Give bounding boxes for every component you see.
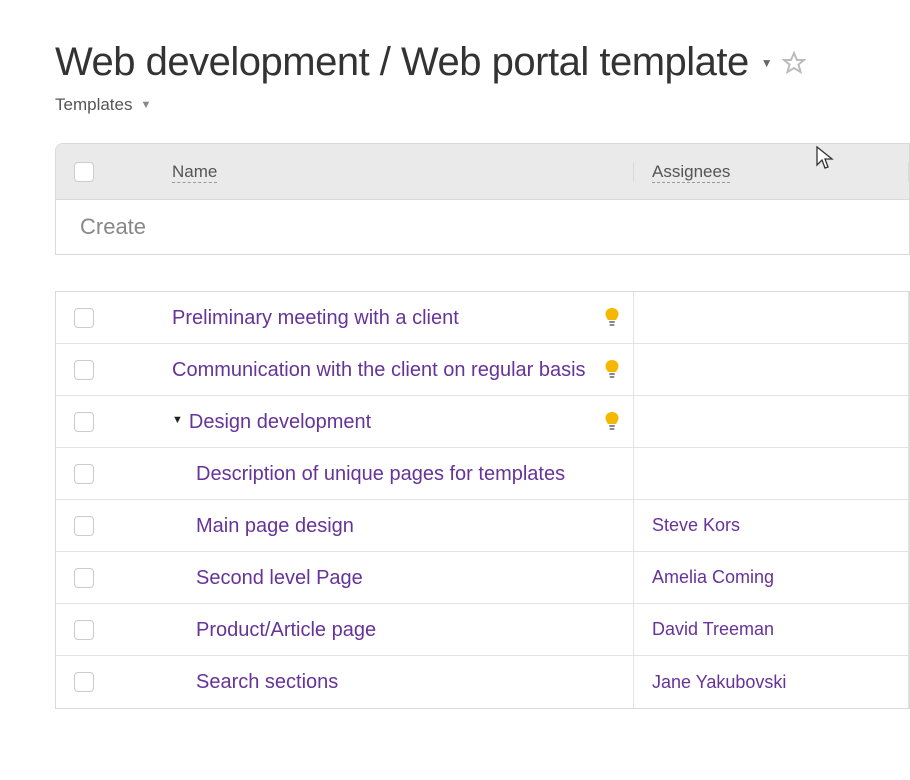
lightbulb-icon	[601, 411, 623, 433]
lightbulb-icon	[601, 307, 623, 329]
row-checkbox[interactable]	[74, 308, 94, 328]
create-row	[56, 200, 909, 254]
row-checkbox[interactable]	[74, 516, 94, 536]
title-dropdown-caret[interactable]: ▼	[761, 56, 772, 70]
row-checkbox[interactable]	[74, 360, 94, 380]
task-name-link[interactable]: Main page design	[196, 513, 623, 539]
assignee-name[interactable]: Steve Kors	[652, 515, 740, 536]
assignee-name[interactable]: Jane Yakubovski	[652, 672, 786, 693]
task-name-link[interactable]: Second level Page	[196, 565, 623, 591]
task-name-link[interactable]: Design development	[172, 409, 593, 435]
table-row: Design development	[56, 396, 909, 448]
column-header-assignees[interactable]: Assignees	[652, 162, 730, 183]
grid-header-row: Name Assignees	[56, 144, 909, 200]
task-name-link[interactable]: Description of unique pages for template…	[196, 461, 623, 487]
task-name-link[interactable]: Communication with the client on regular…	[172, 357, 593, 383]
templates-dropdown-label: Templates	[55, 95, 132, 115]
select-all-checkbox[interactable]	[74, 162, 94, 182]
row-checkbox[interactable]	[74, 620, 94, 640]
task-name-link[interactable]: Search sections	[196, 669, 623, 695]
assignee-name[interactable]: David Treeman	[652, 619, 774, 640]
lightbulb-icon	[601, 359, 623, 381]
row-checkbox[interactable]	[74, 464, 94, 484]
breadcrumb[interactable]: Web development / Web portal template	[55, 40, 749, 85]
chevron-down-icon: ▼	[140, 99, 151, 111]
table-row: Search sections Jane Yakubovski	[56, 656, 909, 708]
table-row: Second level Page Amelia Coming	[56, 552, 909, 604]
assignee-name[interactable]: Amelia Coming	[652, 567, 774, 588]
templates-dropdown[interactable]: Templates ▼	[55, 95, 910, 115]
table-row: Description of unique pages for template…	[56, 448, 909, 500]
task-table: Preliminary meeting with a client Communi…	[55, 291, 910, 709]
row-checkbox[interactable]	[74, 672, 94, 692]
table-row: Communication with the client on regular…	[56, 344, 909, 396]
favorite-star-icon[interactable]	[782, 51, 806, 75]
task-name-link[interactable]: Preliminary meeting with a client	[172, 305, 593, 331]
table-row: Preliminary meeting with a client	[56, 292, 909, 344]
table-row: Main page design Steve Kors	[56, 500, 909, 552]
row-checkbox[interactable]	[74, 568, 94, 588]
page-title: Web development / Web portal template ▼	[55, 40, 910, 85]
task-name-link[interactable]: Product/Article page	[196, 617, 623, 643]
task-grid-header-block: Name Assignees	[55, 143, 910, 255]
table-row: Product/Article page David Treeman	[56, 604, 909, 656]
row-checkbox[interactable]	[74, 412, 94, 432]
create-task-input[interactable]	[80, 214, 909, 240]
column-header-name[interactable]: Name	[172, 162, 217, 183]
